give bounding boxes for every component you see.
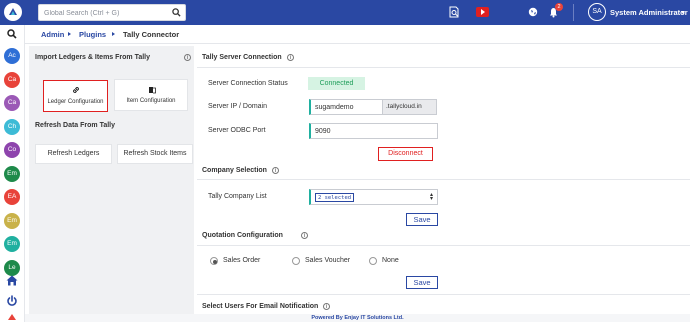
sidebar-module-avatar[interactable]: Co xyxy=(4,142,20,158)
info-icon[interactable]: i xyxy=(184,54,191,61)
quotation-save-button[interactable]: Save xyxy=(406,276,438,289)
sidebar-module-avatar[interactable]: Ca xyxy=(4,71,20,88)
global-search[interactable] xyxy=(38,4,186,21)
ledger-configuration-label: Ledger Configuration xyxy=(47,99,104,105)
company-list-label: Tally Company List xyxy=(208,193,267,200)
radio-none[interactable] xyxy=(369,257,377,265)
item-configuration-button[interactable]: Item Configuration xyxy=(114,79,188,111)
sidebar-module-avatar[interactable]: Em xyxy=(4,236,20,252)
app-logo[interactable] xyxy=(4,3,22,21)
app-mark-icon xyxy=(8,314,16,320)
section-divider xyxy=(197,67,690,68)
refresh-stock-items-button[interactable]: Refresh Stock Items xyxy=(117,144,193,164)
section-divider xyxy=(197,245,690,246)
status-badge: Connected xyxy=(308,77,365,90)
server-port-label: Server ODBC Port xyxy=(208,127,266,134)
info-icon[interactable]: i xyxy=(287,54,294,61)
server-ip-field[interactable]: sugamdemo xyxy=(309,99,383,115)
disconnect-button[interactable]: Disconnect xyxy=(378,147,433,161)
global-search-input[interactable] xyxy=(44,8,169,18)
top-bar-divider xyxy=(573,4,574,21)
chevron-down-icon[interactable] xyxy=(681,11,685,14)
breadcrumb-current: Tally Connector xyxy=(123,30,180,39)
user-name[interactable]: System Administrator xyxy=(610,8,688,17)
breadcrumb-separator-icon xyxy=(112,32,115,36)
info-icon[interactable]: i xyxy=(323,303,330,310)
info-icon[interactable]: i xyxy=(272,167,279,174)
sidebar-module-avatar[interactable]: Em xyxy=(4,165,20,182)
refresh-ledgers-button[interactable]: Refresh Ledgers xyxy=(35,144,112,164)
import-panel: Import Ledgers & Items From Tally i Ledg… xyxy=(29,46,194,314)
server-ip-suffix: .tallycloud.in xyxy=(382,99,437,115)
home-icon[interactable] xyxy=(6,275,18,286)
server-status-label: Server Connection Status xyxy=(208,80,288,87)
radio-none-label[interactable]: None xyxy=(382,257,399,264)
globe-icon[interactable] xyxy=(528,7,538,17)
server-ip-value: sugamdemo xyxy=(315,104,354,111)
section-divider xyxy=(197,179,690,180)
sidebar-module-avatar[interactable]: Ac xyxy=(4,48,20,64)
sidebar-module-avatar[interactable]: Ch xyxy=(4,118,20,135)
refresh-section-title: Refresh Data From Tally xyxy=(35,122,116,129)
import-section-title: Import Ledgers & Items From Tally xyxy=(35,54,151,61)
notification-badge: 2 xyxy=(555,3,563,11)
youtube-icon[interactable] xyxy=(476,7,489,17)
logo-icon xyxy=(9,8,17,15)
section-divider xyxy=(197,294,690,295)
breadcrumb: Admin Plugins Tally Connector xyxy=(25,25,690,44)
sidebar-module-avatar[interactable]: Em xyxy=(4,212,20,229)
company-select[interactable]: 2 selected ▴ ▾ xyxy=(309,189,438,205)
selected-count-chip: 2 selected xyxy=(315,193,355,202)
breadcrumb-admin[interactable]: Admin xyxy=(41,30,64,39)
quotation-section-title: Quotation Configuration xyxy=(202,232,283,239)
top-bar: 2 SA System Administrator xyxy=(0,0,690,25)
info-icon[interactable]: i xyxy=(301,232,308,239)
breadcrumb-plugins[interactable]: Plugins xyxy=(79,30,106,39)
server-port-value: 9090 xyxy=(315,128,331,135)
sidebar-module-avatar[interactable]: Le xyxy=(4,259,20,276)
box-icon xyxy=(149,87,156,94)
user-avatar[interactable]: SA xyxy=(588,3,606,21)
company-section-title: Company Selection xyxy=(202,167,267,174)
server-ip-label: Server IP / Domain xyxy=(208,103,268,110)
company-save-button[interactable]: Save xyxy=(406,213,438,226)
sidebar-module-avatar[interactable]: EA xyxy=(4,189,20,205)
radio-sales-order[interactable] xyxy=(210,257,218,265)
server-section-title: Tally Server Connection xyxy=(202,54,282,61)
left-sidebar: Ac Ca Ca Ch Co Em EA Em Em Le xyxy=(0,25,25,322)
radio-sales-voucher[interactable] xyxy=(292,257,300,265)
ledger-configuration-button[interactable]: Ledger Configuration xyxy=(43,80,108,112)
email-section-title: Select Users For Email Notification xyxy=(202,303,319,310)
footer: Powered By Enjay IT Solutions Ltd. xyxy=(25,314,690,322)
select-arrows-icon: ▴ ▾ xyxy=(429,192,433,202)
document-search-icon[interactable] xyxy=(449,6,460,18)
breadcrumb-separator-icon xyxy=(68,32,71,36)
sidebar-search-icon[interactable] xyxy=(7,29,17,39)
link-icon xyxy=(73,87,79,93)
server-port-field[interactable]: 9090 xyxy=(309,123,438,139)
radio-sales-voucher-label[interactable]: Sales Voucher xyxy=(305,257,350,264)
radio-sales-order-label[interactable]: Sales Order xyxy=(223,257,260,264)
power-icon[interactable] xyxy=(6,295,18,307)
sidebar-module-avatar[interactable]: Ca xyxy=(4,95,20,111)
item-configuration-label: Item Configuration xyxy=(126,98,176,104)
search-icon[interactable] xyxy=(172,8,181,17)
